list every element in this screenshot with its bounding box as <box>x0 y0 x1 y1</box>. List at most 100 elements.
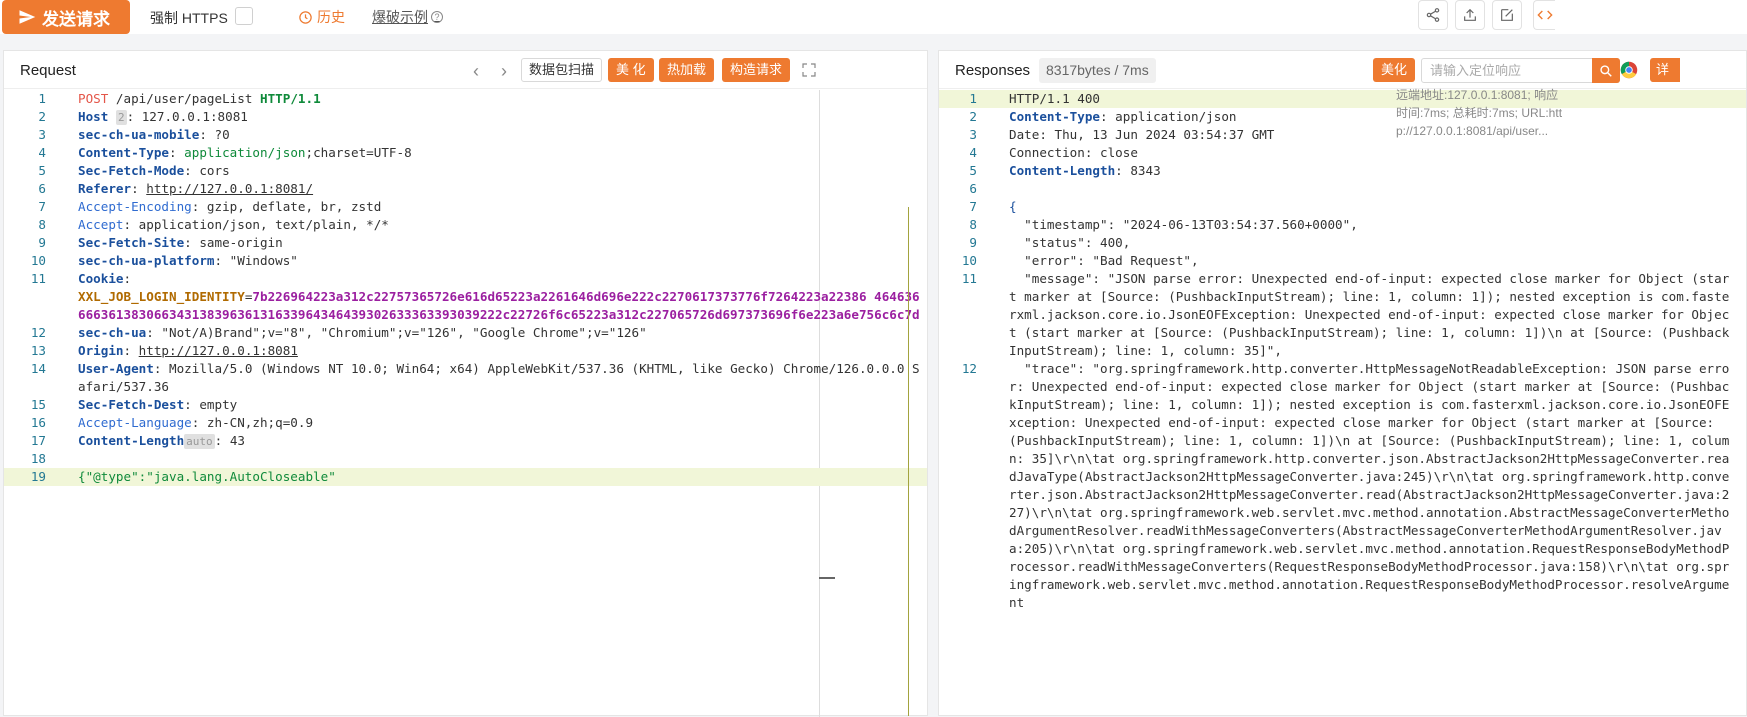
header-sec-ch-ua: sec-ch-ua: "Not/A)Brand";v="8", "Chromiu… <box>78 325 647 340</box>
json-status: "status": 400, <box>1009 235 1131 250</box>
header-fetch-site: Sec-Fetch-Site: same-origin <box>78 235 283 250</box>
line-number: 14 <box>30 361 46 376</box>
line-number: 9 <box>969 235 977 250</box>
auto-tag: auto <box>184 434 215 449</box>
line-number: 3 <box>969 127 977 142</box>
json-trace: "trace": "org.springframework.http.conve… <box>1009 361 1730 610</box>
detail-button[interactable]: 详 <box>1650 58 1680 82</box>
response-connection: Connection: close <box>1009 145 1138 160</box>
line-number: 9 <box>38 235 46 250</box>
line-number: 6 <box>969 181 977 196</box>
response-beautify-button[interactable]: 美化 <box>1373 58 1416 82</box>
response-header: Responses 8317bytes / 7ms 美化 详 <box>939 51 1746 89</box>
hot-load-button[interactable]: 热加载 <box>659 58 715 82</box>
request-editor[interactable]: 1 POST /api/user/pageList HTTP/1.1 2 Host … <box>4 90 927 715</box>
header-accept: Accept: application/json, text/plain, */… <box>78 217 389 232</box>
line-number: 1 <box>38 91 46 106</box>
request-panel: Request ‹ › 数据包扫描 美 化 热加载 构造请求 1 POST /ap… <box>3 50 928 717</box>
header-mobile: sec-ch-ua-mobile: ?0 <box>78 127 230 142</box>
line-number: 5 <box>969 163 977 178</box>
line-number: 11 <box>30 271 46 286</box>
search-icon <box>1600 64 1612 77</box>
request-body: {"@type":"java.lang.AutoCloseable" <box>78 469 336 484</box>
history-link[interactable]: 历史 <box>298 7 345 27</box>
response-search-button[interactable] <box>1592 58 1620 83</box>
response-content-type: Content-Type: application/json <box>1009 109 1237 124</box>
response-search <box>1421 58 1620 83</box>
send-request-label: 发送请求 <box>42 9 110 29</box>
send-request-button[interactable]: 发送请求 <box>2 0 130 34</box>
packet-scan-button[interactable]: 数据包扫描 <box>521 58 603 82</box>
origin-link[interactable]: http://127.0.0.1:8081 <box>139 343 298 358</box>
chevron-right-icon[interactable]: › <box>496 61 512 82</box>
line-number: 13 <box>30 343 46 358</box>
json-open-brace: { <box>1009 199 1017 214</box>
header-fetch-mode: Sec-Fetch-Mode: cors <box>78 163 230 178</box>
header-cookie: Cookie: XXL_JOB_LOGIN_IDENTITY=7b2269642… <box>78 271 920 322</box>
upload-button[interactable] <box>1455 0 1485 30</box>
help-icon: ? <box>431 11 443 23</box>
expand-icon[interactable] <box>801 62 817 78</box>
edit-button[interactable] <box>1492 0 1522 30</box>
response-title: Responses <box>955 62 1031 79</box>
line-number: 4 <box>969 145 977 160</box>
code-view-button[interactable] <box>1533 0 1555 30</box>
clock-icon <box>299 10 312 24</box>
response-size-badge: 8317bytes / 7ms <box>1039 58 1156 83</box>
request-beautify-button[interactable]: 美 化 <box>608 58 654 82</box>
status-line: HTTP/1.1 400 <box>1009 91 1100 106</box>
request-line: POST /api/user/pageList HTTP/1.1 <box>78 91 321 106</box>
share-button[interactable] <box>1418 0 1448 30</box>
line-number: 11 <box>961 271 977 286</box>
line-number: 8 <box>969 217 977 232</box>
chrome-icon[interactable] <box>1620 61 1638 79</box>
request-title: Request <box>20 62 76 79</box>
empty-line <box>78 450 927 468</box>
host-tag: 2 <box>115 110 127 125</box>
line-number: 10 <box>961 253 977 268</box>
history-label: 历史 <box>317 9 345 25</box>
response-editor[interactable]: 1 HTTP/1.1 400 2 Content-Type: application… <box>939 90 1746 715</box>
line-number: 2 <box>969 109 977 124</box>
empty-line <box>1009 180 1734 198</box>
send-icon <box>19 10 36 24</box>
response-search-input[interactable] <box>1422 59 1592 82</box>
header-content-type: Content-Type: application/json;charset=U… <box>78 145 412 160</box>
line-number: 17 <box>30 433 46 448</box>
force-https-checkbox[interactable] <box>235 7 253 25</box>
header-origin: Origin: http://127.0.0.1:8081 <box>78 343 298 358</box>
line-number: 6 <box>38 181 46 196</box>
line-number: 18 <box>30 451 46 466</box>
json-message: "message": "JSON parse error: Unexpected… <box>1009 271 1730 358</box>
header-platform: sec-ch-ua-platform: "Windows" <box>78 253 298 268</box>
top-toolbar: 发送请求 强制 HTTPS 历史 爆破示例 ? <box>0 0 1747 34</box>
header-content-length: Content-Length auto: 43 <box>78 433 245 449</box>
header-accept-language: Accept-Language: zh-CN,zh;q=0.9 <box>78 415 314 430</box>
line-number: 16 <box>30 415 46 430</box>
line-number: 7 <box>969 199 977 214</box>
example-label: 爆破示例 <box>372 9 428 25</box>
chevron-left-icon[interactable]: ‹ <box>468 61 484 82</box>
json-error: "error": "Bad Request", <box>1009 253 1199 268</box>
response-meta-info: 远端地址:127.0.0.1:8081; 响应时间:7ms; 总耗时:7ms; … <box>1396 88 1563 138</box>
line-number: 5 <box>38 163 46 178</box>
build-request-button[interactable]: 构造请求 <box>722 58 791 82</box>
request-header: Request ‹ › 数据包扫描 美 化 热加载 构造请求 <box>4 51 927 89</box>
line-number: 12 <box>30 325 46 340</box>
line-number: 8 <box>38 217 46 232</box>
edit-icon <box>1501 9 1513 21</box>
header-accept-encoding: Accept-Encoding: gzip, deflate, br, zstd <box>78 199 382 214</box>
header-fetch-dest: Sec-Fetch-Dest: empty <box>78 397 238 412</box>
line-number: 3 <box>38 127 46 142</box>
response-content-length: Content-Length: 8343 <box>1009 163 1161 178</box>
referer-link[interactable]: http://127.0.0.1:8081/ <box>146 181 313 196</box>
upload-icon <box>1464 8 1476 21</box>
response-date: Date: Thu, 13 Jun 2024 03:54:37 GMT <box>1009 127 1275 142</box>
line-number: 1 <box>969 91 977 106</box>
share-icon <box>1426 8 1440 22</box>
response-panel: Responses 8317bytes / 7ms 美化 详 1 HTTP/1.1… <box>938 50 1747 716</box>
header-user-agent: User-Agent: Mozilla/5.0 (Windows NT 10.0… <box>78 361 920 394</box>
line-number: 12 <box>961 361 977 376</box>
line-number: 4 <box>38 145 46 160</box>
brute-force-example-link[interactable]: 爆破示例 ? <box>372 7 443 27</box>
